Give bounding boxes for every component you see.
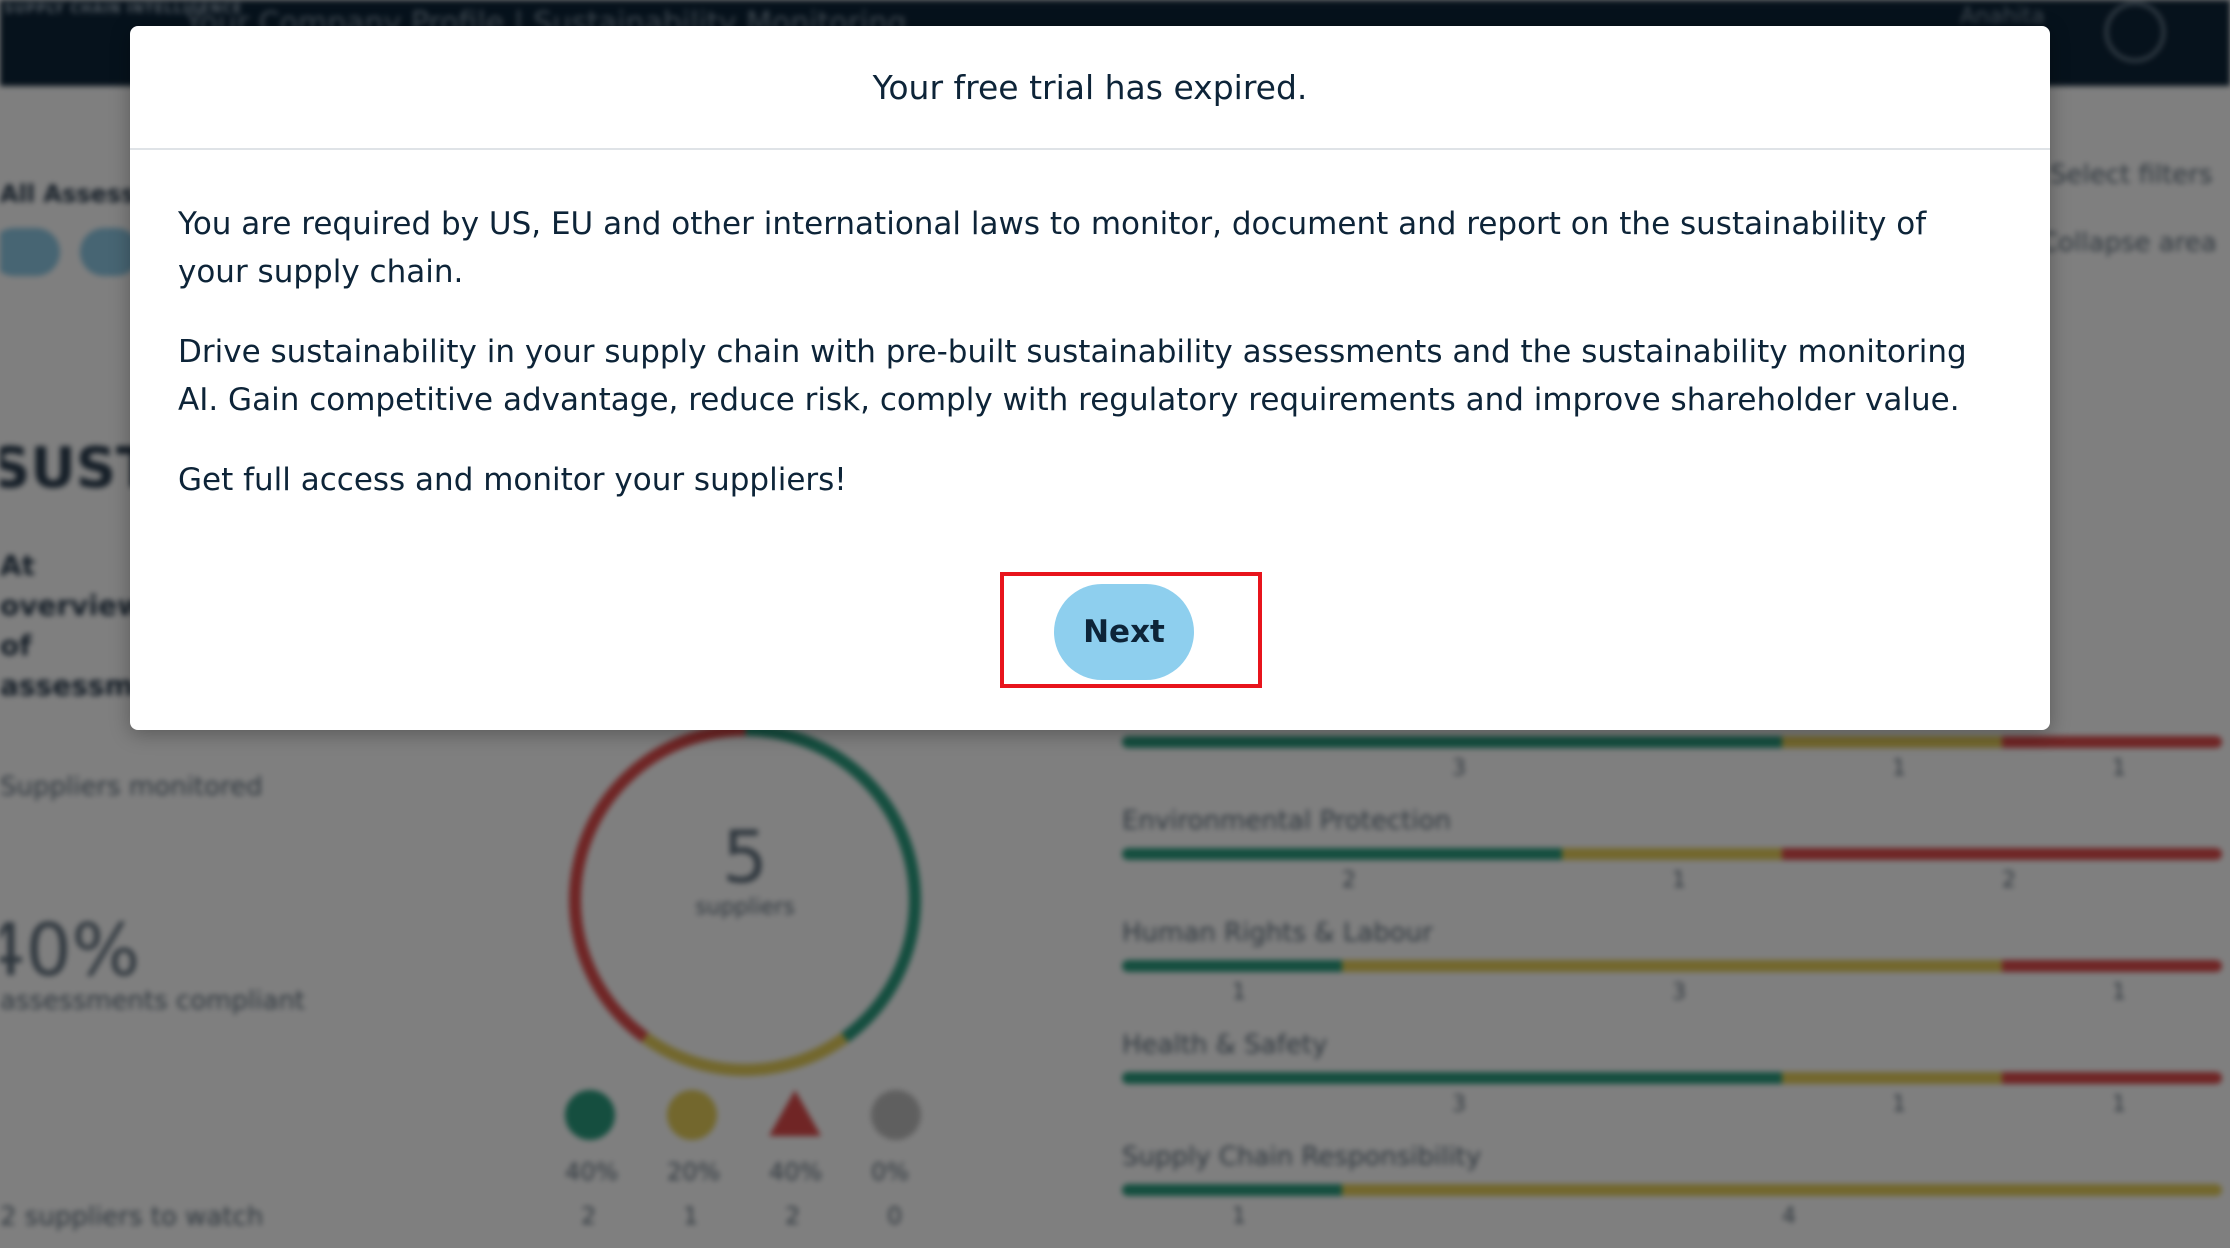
- dialog-title: Your free trial has expired.: [872, 67, 1308, 107]
- dialog-paragraph-benefits: Drive sustainability in your supply chai…: [178, 334, 1967, 418]
- dialog-paragraph-legal: You are required by US, EU and other int…: [178, 206, 1927, 290]
- next-button[interactable]: Next: [1054, 584, 1194, 680]
- next-button-highlight: Next: [1000, 572, 1262, 688]
- trial-expired-dialog: Your free trial has expired. You are req…: [130, 26, 2050, 730]
- dialog-body: You are required by US, EU and other int…: [130, 150, 2050, 504]
- dialog-header: Your free trial has expired.: [130, 26, 2050, 150]
- dialog-paragraph-cta: Get full access and monitor your supplie…: [178, 462, 847, 498]
